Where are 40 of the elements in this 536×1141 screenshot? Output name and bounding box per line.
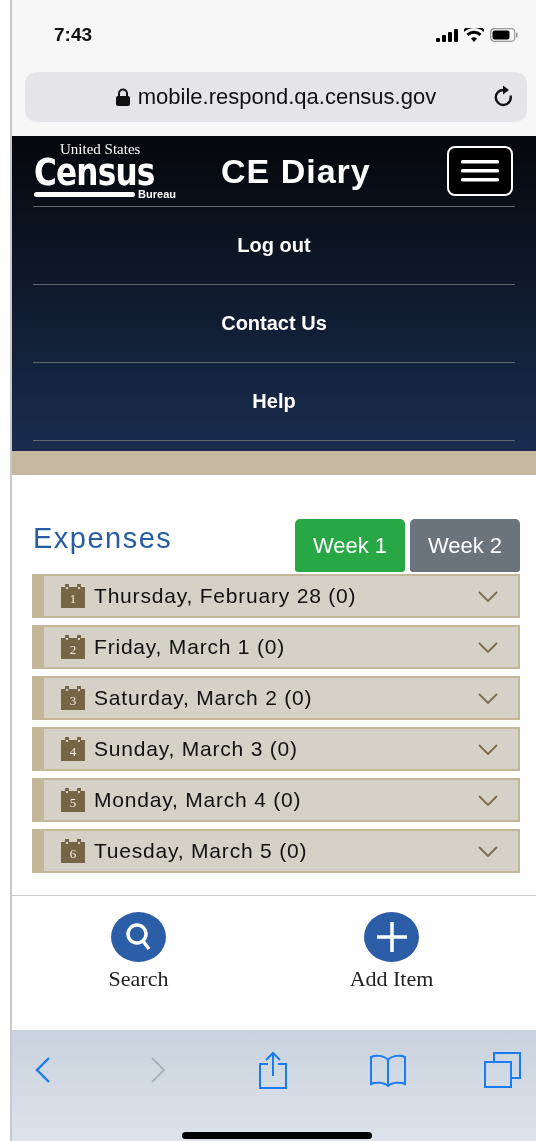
section-heading: Expenses	[33, 522, 173, 555]
menu-link[interactable]: Contact Us	[33, 285, 515, 363]
day-row[interactable]: 1 Thursday, February 28 (0)	[32, 574, 520, 618]
url-text: mobile.respond.qa.census.gov	[137, 84, 437, 110]
address-bar[interactable]: mobile.respond.qa.census.gov	[25, 72, 527, 122]
reload-icon[interactable]	[493, 85, 515, 109]
menu-link[interactable]: Help	[33, 363, 515, 441]
plus-icon	[375, 921, 408, 953]
logo-text: United States	[59, 142, 142, 156]
day-row[interactable]: 6 Tuesday, March 5 (0)	[32, 829, 520, 873]
battery-icon	[490, 28, 518, 42]
day-row[interactable]: 3 Saturday, March 2 (0)	[32, 676, 520, 720]
app-title: CE Diary	[221, 151, 372, 191]
week-tab[interactable]: Week 2	[410, 519, 520, 572]
lock-icon	[115, 88, 130, 106]
menu-button[interactable]	[447, 146, 513, 196]
day-row[interactable]: 2 Friday, March 1 (0)	[32, 625, 520, 669]
day-row[interactable]: 5 Monday, March 4 (0)	[32, 778, 520, 822]
status-time: 7:43	[54, 24, 93, 46]
forward-icon[interactable]	[149, 1057, 166, 1083]
chevron-icon	[478, 743, 498, 755]
chevron-icon	[478, 641, 498, 653]
wifi-icon	[464, 28, 484, 42]
back-icon[interactable]	[34, 1057, 51, 1083]
search-button[interactable]: Search	[68, 912, 209, 992]
census-logo[interactable]: United States CensusBureau	[34, 142, 176, 200]
chevron-icon	[478, 794, 498, 806]
signal-icon	[436, 28, 458, 42]
chevron-icon	[478, 845, 498, 857]
tabs-icon[interactable]	[483, 1052, 522, 1088]
chevron-icon	[478, 590, 498, 602]
share-icon[interactable]	[257, 1051, 288, 1089]
day-row[interactable]: 4 Sunday, March 3 (0)	[32, 727, 520, 771]
add-item-button[interactable]: Add Item	[321, 912, 462, 992]
book-icon[interactable]	[368, 1053, 407, 1087]
chevron-icon	[478, 692, 498, 704]
menu-icon	[461, 160, 499, 182]
menu-link[interactable]: Log out	[33, 207, 515, 285]
logo-text: Bureau	[138, 189, 176, 200]
search-icon	[124, 922, 153, 952]
